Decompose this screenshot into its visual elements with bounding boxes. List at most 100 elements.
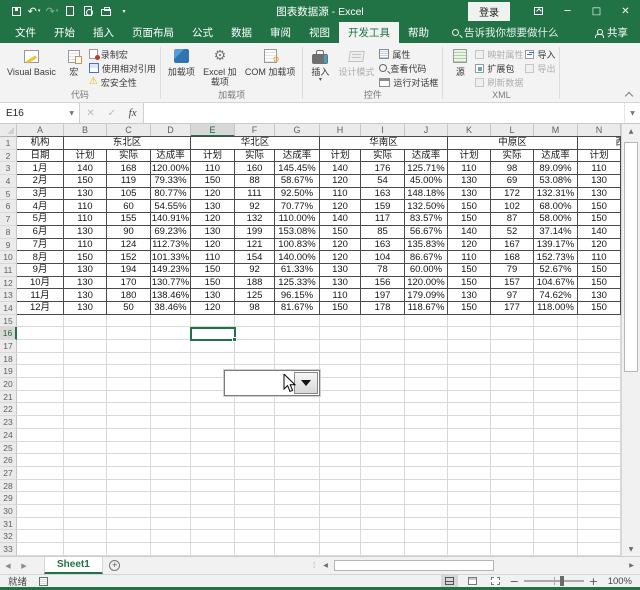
row-header-21[interactable]: 21	[0, 390, 17, 404]
cell[interactable]	[191, 441, 235, 455]
cell[interactable]: 117	[361, 213, 405, 226]
cell[interactable]	[17, 352, 64, 366]
cell[interactable]	[534, 543, 578, 556]
cell[interactable]: 145.45%	[275, 162, 320, 176]
cell[interactable]: 152.73%	[534, 251, 578, 264]
cell[interactable]	[491, 454, 534, 467]
cell[interactable]	[107, 327, 151, 340]
cell[interactable]: 139.17%	[534, 238, 578, 252]
cell[interactable]: 日期	[17, 149, 64, 163]
cell[interactable]	[17, 492, 64, 505]
print-preview-icon[interactable]	[80, 3, 96, 19]
cell[interactable]	[64, 466, 107, 480]
cell[interactable]: 150	[448, 301, 491, 315]
row-header-5[interactable]: 5	[0, 187, 17, 201]
cell[interactable]: 110.00%	[275, 213, 320, 226]
relative-references-button[interactable]: 使用相对引用	[88, 61, 156, 75]
cell[interactable]: 37.14%	[534, 225, 578, 239]
cell[interactable]	[405, 530, 448, 543]
row-header-28[interactable]: 28	[0, 479, 17, 493]
cell[interactable]	[275, 479, 320, 493]
tab-file[interactable]: 文件	[6, 22, 45, 43]
cell[interactable]	[107, 504, 151, 518]
row-header-26[interactable]: 26	[0, 454, 17, 467]
cell[interactable]	[491, 504, 534, 518]
cell[interactable]: 149.23%	[151, 263, 191, 277]
macros-button[interactable]: 宏	[61, 45, 87, 77]
cell[interactable]: 150	[578, 276, 621, 290]
cell[interactable]: 2月	[17, 175, 64, 188]
cell[interactable]: 125.71%	[405, 162, 448, 176]
cell[interactable]: 150	[191, 263, 235, 277]
row-header-4[interactable]: 4	[0, 175, 17, 188]
tab-view[interactable]: 视图	[300, 22, 339, 43]
cell[interactable]	[320, 492, 361, 505]
cell[interactable]: 86.67%	[405, 251, 448, 264]
page-layout-view-button[interactable]	[464, 575, 481, 587]
cell[interactable]: 130	[191, 200, 235, 214]
cell[interactable]: 6月	[17, 225, 64, 239]
cell[interactable]: 163	[361, 187, 405, 201]
cell[interactable]: 130	[64, 187, 107, 201]
cell[interactable]: 110	[320, 289, 361, 302]
maximize-button[interactable]: □	[582, 0, 611, 22]
cell[interactable]	[320, 365, 361, 379]
cell[interactable]: 69.23%	[151, 225, 191, 239]
cell[interactable]: 159	[361, 200, 405, 214]
cell[interactable]	[151, 492, 191, 505]
cell[interactable]	[534, 390, 578, 404]
cell[interactable]: 176	[361, 162, 405, 176]
cell[interactable]	[361, 352, 405, 366]
cell[interactable]	[191, 479, 235, 493]
cell[interactable]: 130	[448, 289, 491, 302]
tell-me-search[interactable]: 告诉我你想要做什么	[438, 22, 559, 43]
new-file-icon[interactable]	[62, 3, 78, 19]
cell[interactable]	[320, 428, 361, 442]
row-header-33[interactable]: 33	[0, 543, 17, 556]
cell[interactable]: 130	[64, 225, 107, 239]
cell[interactable]: 150	[578, 263, 621, 277]
expansion-packs-button[interactable]: 扩展包	[475, 61, 523, 75]
cell[interactable]	[275, 454, 320, 467]
cell[interactable]	[64, 314, 107, 328]
share-button[interactable]: 共享	[595, 22, 640, 43]
cell[interactable]	[191, 466, 235, 480]
cell[interactable]: 58.67%	[275, 175, 320, 188]
cell[interactable]	[578, 378, 621, 391]
cell[interactable]	[320, 378, 361, 391]
cell[interactable]	[64, 416, 107, 429]
cell[interactable]	[491, 530, 534, 543]
cell[interactable]	[578, 365, 621, 379]
cell[interactable]: 168	[491, 251, 534, 264]
cell[interactable]	[191, 314, 235, 328]
cell[interactable]	[491, 327, 534, 340]
cell[interactable]	[320, 416, 361, 429]
cell[interactable]	[64, 327, 107, 340]
row-header-6[interactable]: 6	[0, 200, 17, 214]
cell[interactable]: 101.33%	[151, 251, 191, 264]
cell[interactable]	[151, 543, 191, 556]
cell[interactable]	[107, 543, 151, 556]
cell[interactable]	[361, 428, 405, 442]
undo-icon[interactable]: ↶ ▾	[26, 3, 42, 19]
cell[interactable]	[448, 327, 491, 340]
cell[interactable]: 81.67%	[275, 301, 320, 315]
cell[interactable]	[448, 390, 491, 404]
cell[interactable]	[64, 454, 107, 467]
row-header-11[interactable]: 11	[0, 263, 17, 277]
cell[interactable]	[107, 378, 151, 391]
cell[interactable]	[534, 352, 578, 366]
cell[interactable]: 计划	[448, 149, 491, 163]
cell[interactable]	[405, 479, 448, 493]
cell[interactable]	[151, 416, 191, 429]
collapse-ribbon-button[interactable]	[625, 90, 633, 98]
cell[interactable]	[64, 378, 107, 391]
cell[interactable]	[107, 441, 151, 455]
formula-input[interactable]	[144, 103, 624, 123]
cell[interactable]	[320, 543, 361, 556]
cell[interactable]: 112.73%	[151, 238, 191, 252]
cell[interactable]: 140	[320, 162, 361, 176]
cell[interactable]: 179.09%	[405, 289, 448, 302]
cell[interactable]	[17, 441, 64, 455]
cell[interactable]: 5月	[17, 213, 64, 226]
